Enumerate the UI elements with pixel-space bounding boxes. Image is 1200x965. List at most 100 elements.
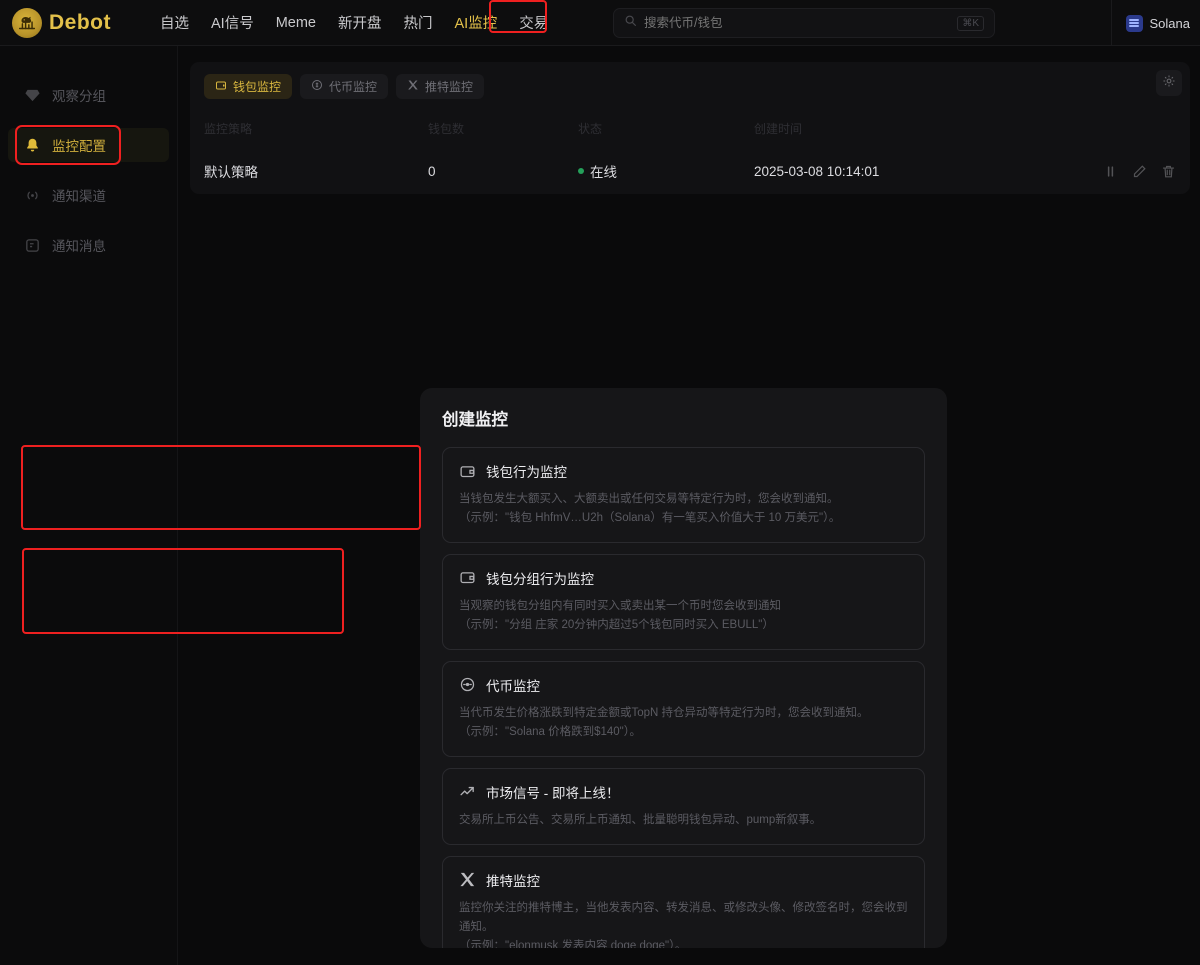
status-badge: 在线 [578, 161, 754, 181]
top-header: Debot 自选 AI信号 Meme 新开盘 热门 AI监控 交易 ⌘K S [0, 0, 1200, 46]
chain-selector[interactable]: Solana [1125, 14, 1190, 32]
option-token-monitor[interactable]: 代币监控 当代币发生价格涨跌到特定金额或TopN 持仓异动等特定行为时，您会收到… [442, 660, 925, 757]
cell-created-at: 2025-03-08 10:14:01 [754, 163, 880, 179]
monitor-table: 监控策略 钱包数 状态 创建时间 默认策略 0 在线 2025-03-08 10… [204, 113, 1176, 189]
monitor-panel: 钱包监控 代币监控 推特监控 监控策略 钱包数 状态 创建时间 默认策略 0 在… [190, 62, 1190, 194]
sidebar-item-monitor-config[interactable]: 监控配置 [8, 125, 169, 165]
nav-item-4[interactable]: 热门 [404, 12, 433, 33]
option-desc-line1-3: 交易所上币公告、交易所上币通知、批量聪明钱包异动、pump新叙事。 [459, 813, 822, 826]
option-wallet-behavior-monitor[interactable]: 钱包行为监控 当钱包发生大额买入、大额卖出或任何交易等特定行为时，您会收到通知。… [442, 447, 925, 543]
trend-up-icon [459, 783, 476, 800]
delete-icon[interactable] [1161, 164, 1176, 179]
bell-icon [23, 136, 41, 154]
sidebar-label-1: 监控配置 [52, 139, 106, 154]
tab-label-1: 代币监控 [329, 80, 378, 94]
broadcast-icon [23, 186, 41, 204]
nav-item-1[interactable]: AI信号 [211, 12, 254, 33]
option-market-signal[interactable]: 市场信号 - 即将上线！ 交易所上币公告、交易所上币通知、批量聪明钱包异动、pu… [442, 767, 925, 845]
app-root: Debot 自选 AI信号 Meme 新开盘 热门 AI监控 交易 ⌘K S [0, 0, 1200, 965]
table-header-row: 监控策略 钱包数 状态 创建时间 [204, 113, 1176, 143]
nav-item-ai-monitor[interactable]: AI监控 [455, 12, 498, 33]
cell-wallet-count: 0 [428, 163, 436, 179]
header-right: Solana [1110, 0, 1200, 46]
option-desc-line2-0: （示例："钱包 HhfmV…U2h（Solana）有一笔买入价值大于 10 万美… [459, 511, 841, 524]
gem-icon [23, 86, 41, 104]
tab-label-2: 推特监控 [425, 80, 474, 94]
option-header: 代币监控 [459, 675, 908, 695]
coin-icon [459, 676, 476, 693]
option-desc-line2-2: （示例："Solana 价格跌到$140"）。 [459, 725, 641, 738]
tab-wallet-monitor[interactable]: 钱包监控 [204, 74, 293, 99]
option-desc-2: 当代币发生价格涨跌到特定金额或TopN 持仓异动等特定行为时，您会收到通知。 （… [459, 704, 908, 742]
wallet-icon [215, 79, 227, 94]
sidebar: 观察分组 监控配置 通知渠道 通知消息 [0, 46, 178, 965]
debot-logo-icon [12, 7, 42, 38]
header-wallet-count: 钱包数 [428, 121, 465, 136]
status-dot-icon [578, 168, 584, 174]
edit-icon[interactable] [1132, 164, 1147, 179]
sidebar-item-notify-messages[interactable]: 通知消息 [8, 228, 169, 262]
option-desc-line2-4: （示例："elonmusk 发表内容 doge doge"）。 [459, 939, 687, 948]
option-title-4: 推特监控 [486, 873, 540, 889]
x-icon [459, 871, 476, 888]
nav-item-0[interactable]: 自选 [160, 12, 189, 33]
wallet-icon [459, 463, 476, 480]
sidebar-item-notify-channel[interactable]: 通知渠道 [8, 178, 169, 212]
main-nav: 自选 AI信号 Meme 新开盘 热门 AI监控 交易 [160, 0, 548, 33]
option-desc-line1-0: 当钱包发生大额买入、大额卖出或任何交易等特定行为时，您会收到通知。 [459, 493, 839, 505]
create-monitor-modal: 创建监控 钱包行为监控 当钱包发生大额买入、大额卖出或任何交易等特定行为时，您会… [420, 388, 947, 948]
option-wallet-group-behavior-monitor[interactable]: 钱包分组行为监控 当观察的钱包分组内有同时买入或卖出某一个币时您会收到通知 （示… [442, 553, 925, 650]
cell-status: 在线 [578, 161, 754, 181]
header-strategy: 监控策略 [204, 121, 253, 136]
option-header: 钱包行为监控 [459, 461, 908, 481]
nav-item-3[interactable]: 新开盘 [338, 12, 382, 33]
search-bar[interactable]: ⌘K [613, 8, 995, 38]
wallet-group-icon [459, 569, 476, 586]
search-icon [624, 14, 637, 32]
search-input[interactable] [644, 16, 951, 30]
header-created-at: 创建时间 [754, 121, 803, 136]
search-shortcut-badge: ⌘K [957, 15, 984, 31]
option-title-0: 钱包行为监控 [486, 465, 567, 480]
option-title-2: 代币监控 [486, 678, 540, 694]
option-desc-line1-2: 当代币发生价格涨跌到特定金额或TopN 持仓异动等特定行为时，您会收到通知。 [459, 706, 869, 719]
cell-strategy-name: 默认策略 [204, 165, 258, 180]
gear-icon [1162, 74, 1176, 93]
option-desc-3: 交易所上币公告、交易所上币通知、批量聪明钱包异动、pump新叙事。 [459, 811, 908, 830]
table-row[interactable]: 默认策略 0 在线 2025-03-08 10:14:01 [204, 153, 1176, 189]
x-icon [407, 79, 419, 94]
sidebar-label-2: 通知渠道 [52, 189, 106, 204]
option-header: 市场信号 - 即将上线！ [459, 782, 908, 802]
message-icon [23, 236, 41, 254]
option-desc-1: 当观察的钱包分组内有同时买入或卖出某一个币时您会收到通知 （示例："分组 庄家 … [459, 597, 908, 635]
option-header: 推特监控 [459, 870, 908, 890]
option-desc-4: 监控你关注的推特博主，当他发表内容、转发消息、或修改头像、修改签名时，您会收到通… [459, 899, 908, 948]
tab-twitter-monitor[interactable]: 推特监控 [396, 74, 485, 99]
sidebar-label-3: 通知消息 [52, 239, 106, 254]
tab-token-monitor[interactable]: 代币监控 [300, 74, 389, 99]
sidebar-item-watch-groups[interactable]: 观察分组 [8, 78, 169, 112]
brand-name: Debot [49, 10, 111, 34]
sidebar-label-0: 观察分组 [52, 89, 106, 104]
option-header: 钱包分组行为监控 [459, 568, 908, 588]
option-desc-0: 当钱包发生大额买入、大额卖出或任何交易等特定行为时，您会收到通知。 （示例："钱… [459, 490, 908, 528]
chain-name: Solana [1149, 15, 1190, 31]
option-twitter-monitor[interactable]: 推特监控 监控你关注的推特博主，当他发表内容、转发消息、或修改头像、修改签名时，… [442, 855, 925, 948]
option-title-3: 市场信号 - 即将上线！ [486, 785, 620, 801]
option-title-1: 钱包分组行为监控 [486, 571, 594, 587]
nav-item-6[interactable]: 交易 [519, 12, 548, 33]
monitor-tabs: 钱包监控 代币监控 推特监控 [204, 74, 1176, 99]
status-text: 在线 [590, 165, 617, 180]
modal-title: 创建监控 [442, 411, 508, 429]
option-desc-line1-1: 当观察的钱包分组内有同时买入或卖出某一个币时您会收到通知 [459, 599, 781, 612]
brand-logo[interactable]: Debot [0, 7, 150, 38]
coin-icon [311, 79, 323, 94]
tab-label-0: 钱包监控 [233, 80, 282, 94]
header-status: 状态 [578, 121, 603, 136]
panel-settings-button[interactable] [1156, 70, 1182, 96]
solana-icon [1125, 14, 1143, 32]
row-actions [1054, 164, 1176, 179]
pause-icon[interactable] [1103, 164, 1118, 179]
nav-item-2[interactable]: Meme [276, 15, 316, 31]
option-desc-line2-1: （示例："分组 庄家 20分钟内超过5个钱包同时买入 EBULL"） [459, 618, 774, 631]
